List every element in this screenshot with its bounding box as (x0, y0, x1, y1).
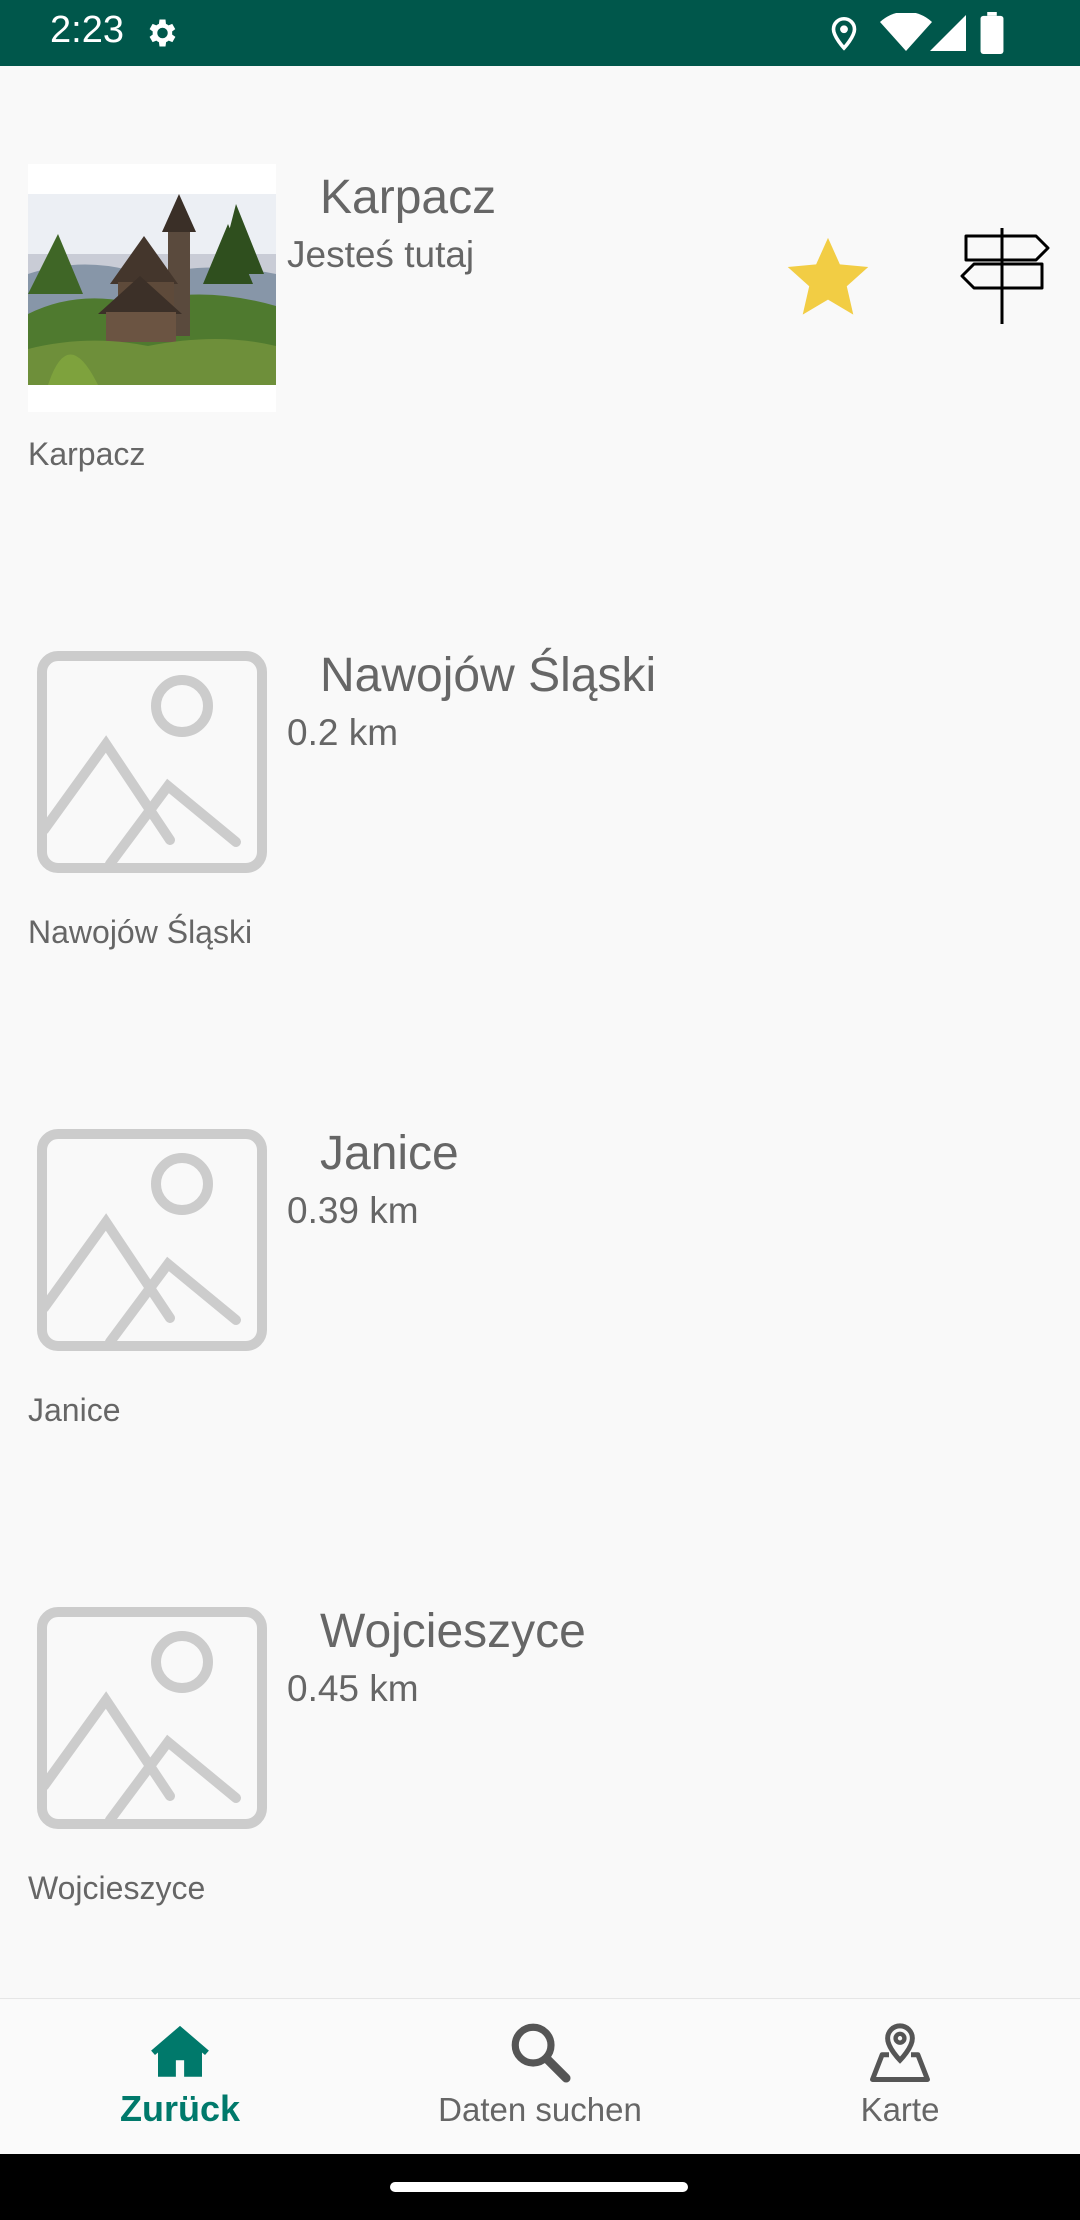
nav-label: Karte (860, 2091, 940, 2128)
nav-label: Zurück (119, 2088, 241, 2129)
place-caption: Karpacz (28, 436, 146, 472)
place-photo (28, 164, 276, 412)
place-distance: 0.2 km (287, 712, 399, 753)
place-subtitle: Jesteś tutaj (287, 234, 475, 275)
settings-gear-icon (149, 19, 176, 47)
place-caption: Wojcieszyce (28, 1870, 206, 1906)
nav-label: Daten suchen (438, 2091, 642, 2128)
places-list: Karpacz Jesteś tutaj Karpacz Nawojów Ślą… (0, 66, 1080, 1998)
favorite-star-icon[interactable] (782, 231, 874, 323)
list-item[interactable]: Karpacz Jesteś tutaj Karpacz (0, 66, 1080, 544)
place-caption: Janice (28, 1392, 121, 1428)
image-placeholder-icon (37, 1129, 267, 1351)
image-placeholder-icon (37, 1607, 267, 1829)
list-item[interactable]: Wojcieszyce 0.45 km Wojcieszyce (0, 1500, 1080, 1978)
image-placeholder-icon (37, 651, 267, 873)
place-title: Wojcieszyce (320, 1605, 586, 1658)
bottom-navigation: Zurück Daten suchen Karte (0, 1998, 1080, 2155)
gesture-navigation-bar (0, 2154, 1080, 2220)
place-title: Karpacz (320, 171, 497, 224)
signpost-icon[interactable] (960, 226, 1050, 326)
map-pin-icon (870, 2023, 930, 2082)
battery-icon (980, 12, 1004, 54)
signal-icon (930, 15, 966, 51)
place-distance: 0.39 km (287, 1190, 419, 1231)
place-distance: 0.45 km (287, 1668, 419, 1709)
list-item[interactable]: Nawojów Śląski 0.2 km Nawojów Śląski (0, 544, 1080, 1022)
status-bar: 2:23 (0, 0, 1080, 66)
home-gesture-handle[interactable] (390, 2182, 688, 2192)
nav-item-map[interactable]: Karte (720, 1999, 1080, 2155)
place-title: Janice (320, 1127, 459, 1180)
place-caption: Nawojów Śląski (28, 914, 253, 950)
list-item[interactable]: Janice 0.39 km Janice (0, 1022, 1080, 1500)
location-pin-icon (831, 17, 857, 51)
nav-item-search[interactable]: Daten suchen (360, 1999, 720, 2155)
status-time: 2:23 (50, 9, 124, 51)
place-title: Nawojów Śląski (320, 649, 657, 702)
wifi-icon (880, 13, 932, 51)
home-icon (151, 2025, 209, 2077)
search-icon (511, 2023, 571, 2083)
nav-item-back[interactable]: Zurück (0, 1999, 360, 2155)
